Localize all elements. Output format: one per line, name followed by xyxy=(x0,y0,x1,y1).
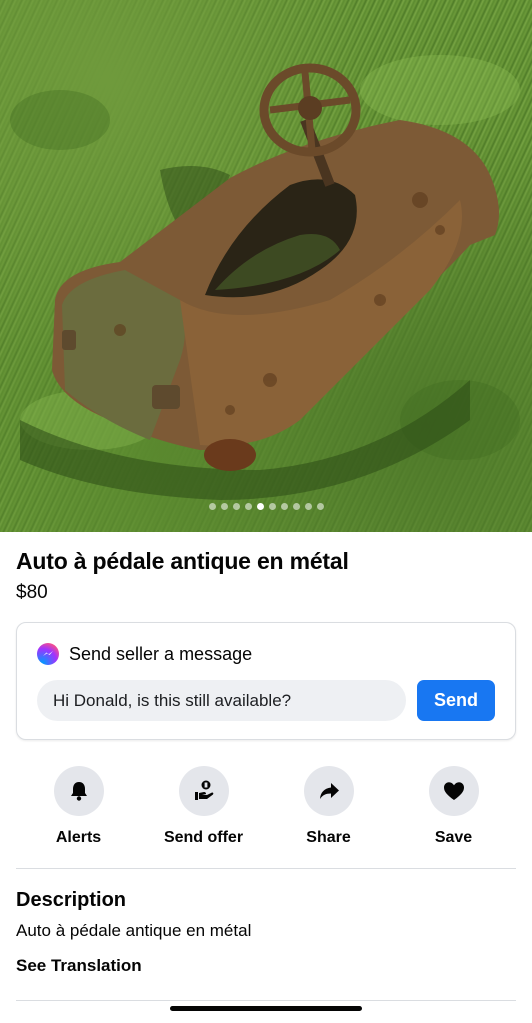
pager-dot[interactable] xyxy=(208,503,216,510)
see-translation-link[interactable]: See Translation xyxy=(16,956,142,976)
pager-dot[interactable] xyxy=(220,503,228,510)
save-button[interactable]: Save xyxy=(391,766,516,847)
pager-dot[interactable] xyxy=(304,503,312,510)
messenger-icon xyxy=(37,643,59,665)
alerts-button[interactable]: Alerts xyxy=(16,766,141,847)
pager-dot[interactable] xyxy=(292,503,300,510)
pager-dot[interactable] xyxy=(256,503,264,510)
pager-dot[interactable] xyxy=(280,503,288,510)
divider xyxy=(16,1000,516,1001)
share-button[interactable]: Share xyxy=(266,766,391,847)
divider xyxy=(16,868,516,869)
photo-pager[interactable] xyxy=(0,503,532,510)
send-button[interactable]: Send xyxy=(417,680,495,721)
message-heading: Send seller a message xyxy=(69,643,253,664)
description-heading: Description xyxy=(16,889,127,911)
bell-icon xyxy=(53,766,104,816)
send-offer-button[interactable]: Send offer xyxy=(141,766,266,847)
pedal-car-image xyxy=(10,55,520,500)
listing-title: Auto à pédale antique en métal xyxy=(16,548,349,574)
listing-photo[interactable] xyxy=(0,0,532,532)
description-text: Auto à pédale antique en métal xyxy=(16,921,252,940)
message-seller-card: Send seller a message Hi Donald, is this… xyxy=(16,622,516,740)
pager-dot[interactable] xyxy=(268,503,276,510)
listing-price: $80 xyxy=(16,582,48,603)
action-bar: Alerts Send offer Share Save xyxy=(0,766,532,847)
message-header: Send seller a message xyxy=(37,643,252,665)
pager-dot[interactable] xyxy=(232,503,240,510)
share-icon xyxy=(303,766,354,816)
send-offer-label: Send offer xyxy=(163,829,244,846)
offer-icon xyxy=(178,766,229,816)
pager-dot[interactable] xyxy=(316,503,324,510)
message-input[interactable]: Hi Donald, is this still available? xyxy=(37,680,406,721)
alerts-label: Alerts xyxy=(55,829,102,846)
heart-icon xyxy=(428,766,479,816)
home-indicator[interactable] xyxy=(170,1006,362,1011)
pager-dot[interactable] xyxy=(244,503,252,510)
save-label: Save xyxy=(434,829,473,846)
share-label: Share xyxy=(306,829,351,846)
